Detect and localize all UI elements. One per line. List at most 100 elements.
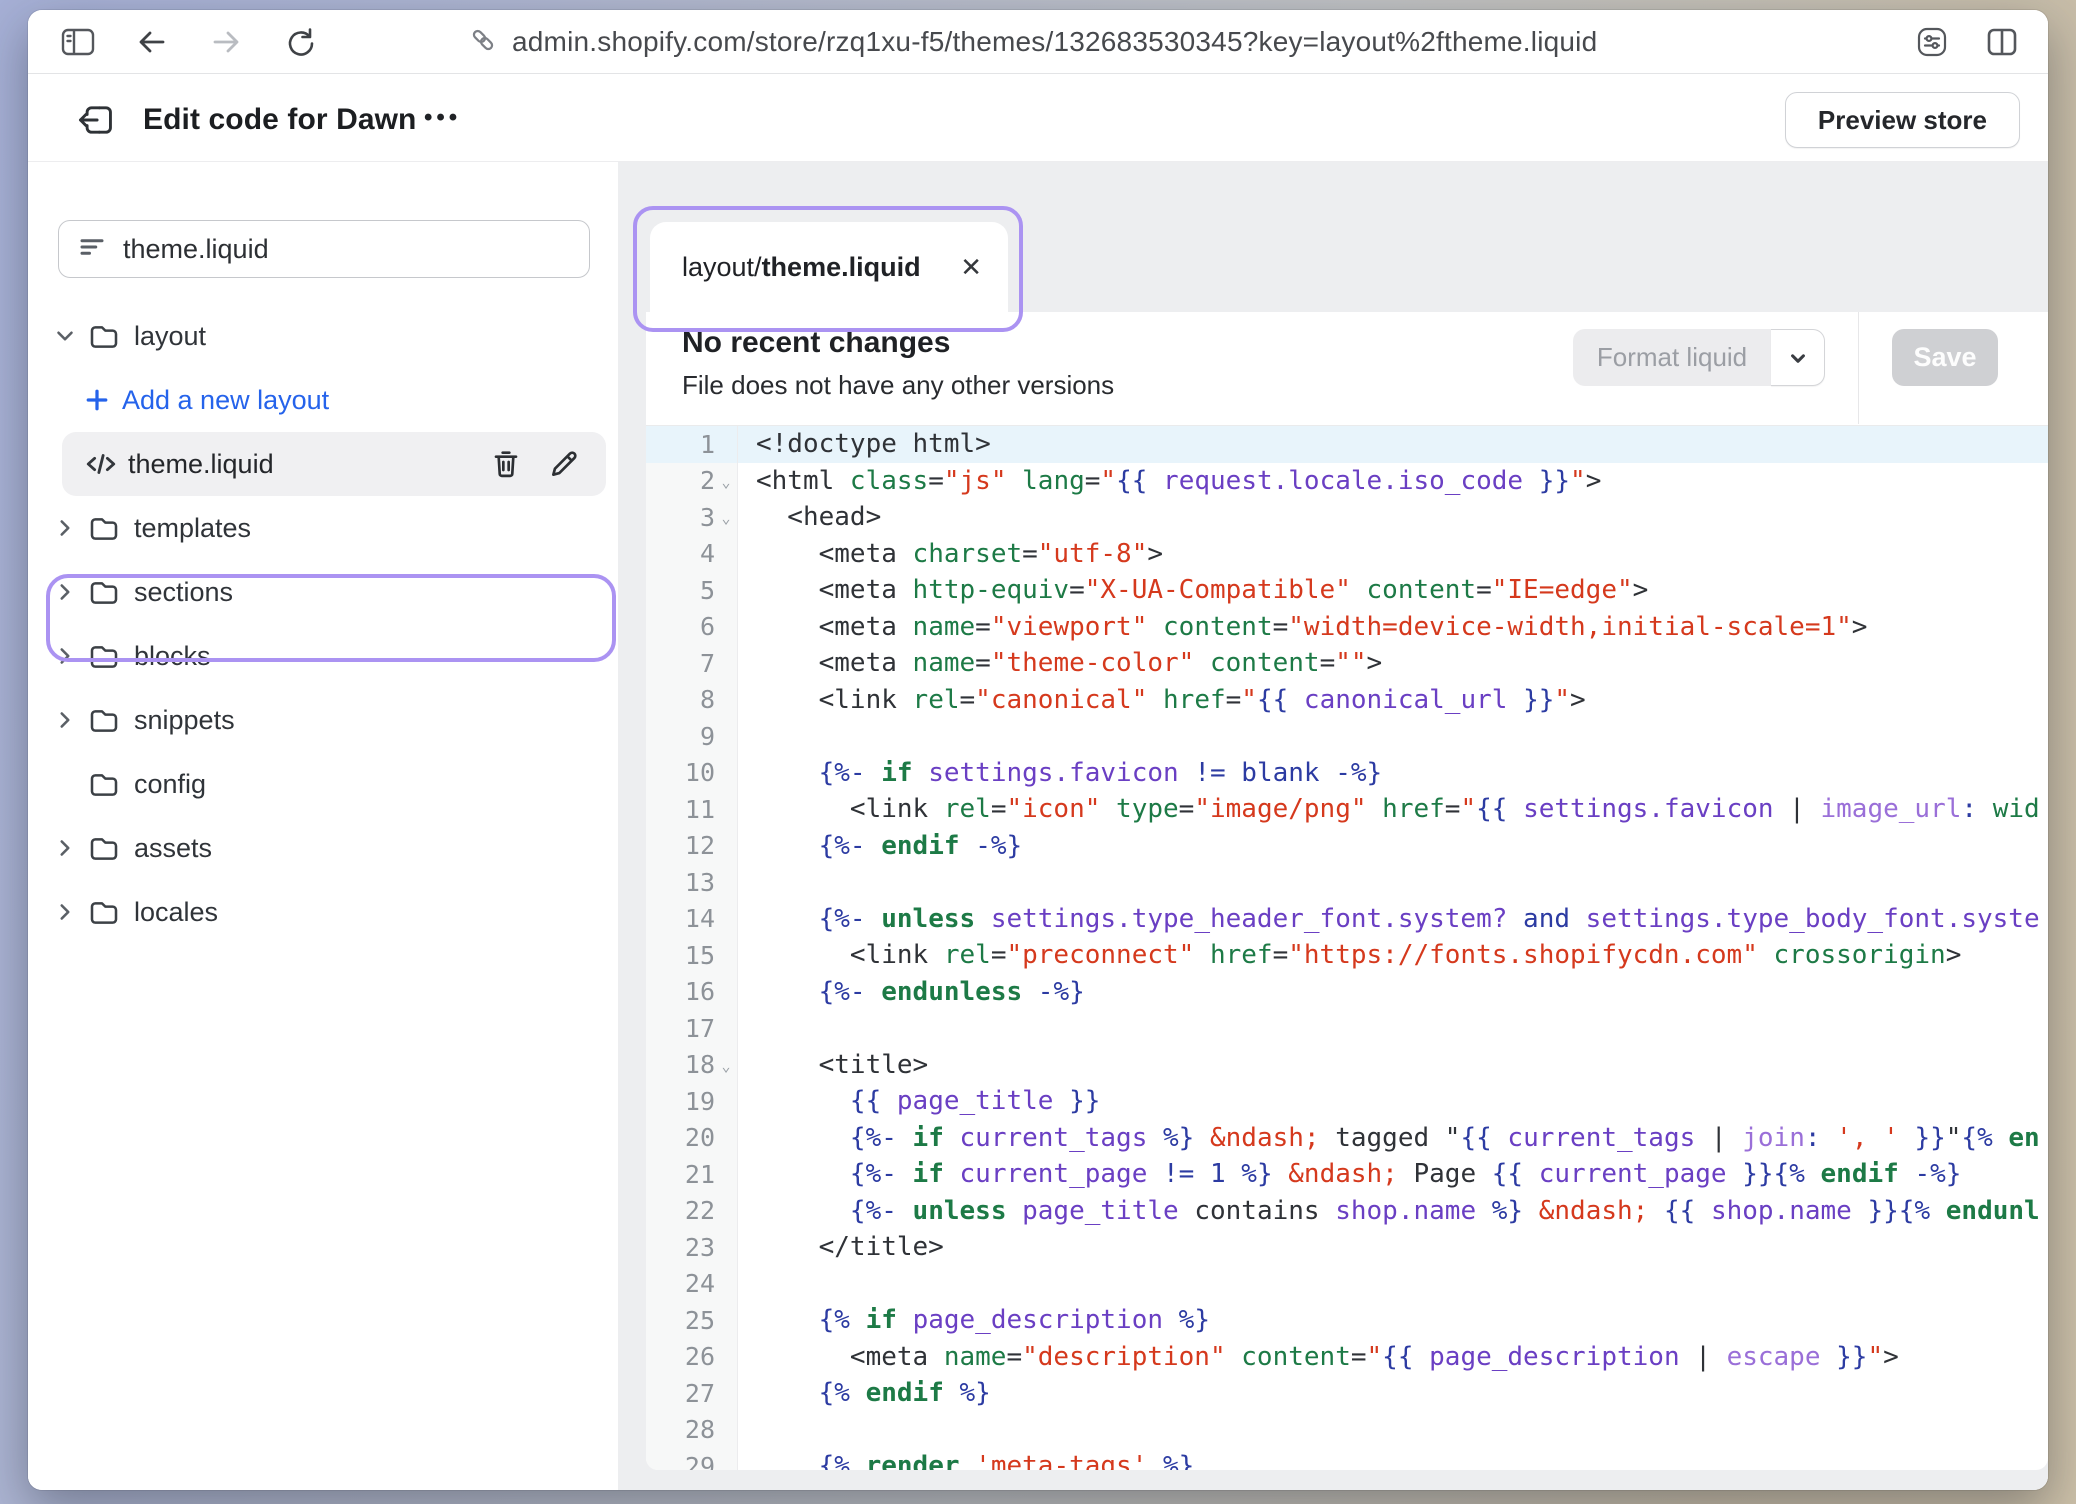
sidebar-toggle-icon[interactable] — [56, 20, 100, 64]
code-line-text[interactable]: {% if page_description %} — [738, 1302, 1210, 1339]
search-input[interactable] — [123, 234, 571, 265]
code-line[interactable]: 5 <meta http-equiv="X-UA-Compatible" con… — [646, 572, 2048, 609]
code-line[interactable]: 12 {%- endif -%} — [646, 828, 2048, 865]
fold-toggle-icon[interactable]: ⌄ — [715, 1057, 737, 1075]
file-search[interactable] — [58, 220, 590, 278]
code-line-text[interactable]: <link rel="icon" type="image/png" href="… — [738, 791, 2040, 828]
code-line-text[interactable] — [738, 1412, 756, 1449]
selected-file-row[interactable]: theme.liquid — [62, 432, 606, 496]
code-line-text[interactable]: <title> — [738, 1047, 928, 1084]
code-line[interactable]: 14 {%- unless settings.type_header_font.… — [646, 901, 2048, 938]
format-liquid-label[interactable]: Format liquid — [1573, 329, 1771, 386]
code-line-text[interactable] — [738, 864, 756, 901]
code-line-text[interactable]: <html class="js" lang="{{ request.locale… — [738, 463, 1601, 500]
code-line[interactable]: 13 — [646, 864, 2048, 901]
sidebar-item-config[interactable]: config — [28, 752, 618, 816]
code-line-text[interactable]: <link rel="preconnect" href="https://fon… — [738, 937, 1961, 974]
code-line-text[interactable]: {%- endunless -%} — [738, 974, 1085, 1011]
page-settings-icon[interactable] — [1910, 20, 1954, 64]
save-button[interactable]: Save — [1892, 329, 1998, 386]
sidebar-item-layout[interactable]: layout — [28, 304, 618, 368]
code-line-text[interactable]: {%- endif -%} — [738, 828, 1022, 865]
code-line-text[interactable]: {% endif %} — [738, 1375, 991, 1412]
code-line[interactable]: 1<!doctype html> — [646, 426, 2048, 463]
chevron-right-icon[interactable] — [52, 579, 78, 605]
code-line-text[interactable]: <meta name="viewport" content="width=dev… — [738, 609, 1867, 646]
code-line[interactable]: 26 <meta name="description" content="{{ … — [646, 1339, 2048, 1376]
code-line[interactable]: 23 </title> — [646, 1229, 2048, 1266]
code-line[interactable]: 24 — [646, 1266, 2048, 1303]
sidebar-item-blocks[interactable]: blocks — [28, 624, 618, 688]
code-line[interactable]: 29 {% render 'meta-tags' %} — [646, 1448, 2048, 1470]
code-line-text[interactable]: <!doctype html> — [738, 426, 991, 463]
code-line-text[interactable]: {{ page_title }} — [738, 1083, 1100, 1120]
code-line-text[interactable]: <meta name="theme-color" content=""> — [738, 645, 1382, 682]
code-line[interactable]: 15 <link rel="preconnect" href="https://… — [646, 937, 2048, 974]
code-line[interactable]: 2⌄<html class="js" lang="{{ request.loca… — [646, 463, 2048, 500]
code-line-text[interactable]: {%- if current_page != 1 %} &ndash; Page… — [738, 1156, 1961, 1193]
split-view-icon[interactable] — [1980, 20, 2024, 64]
code-line-text[interactable] — [738, 1266, 756, 1303]
delete-icon[interactable] — [490, 448, 522, 480]
preview-store-button[interactable]: Preview store — [1785, 92, 2020, 148]
code-line[interactable]: 8 <link rel="canonical" href="{{ canonic… — [646, 682, 2048, 719]
code-line-text[interactable]: <head> — [738, 499, 881, 536]
tab-theme-liquid[interactable]: layout/theme.liquid ✕ — [650, 222, 1008, 312]
code-line[interactable]: 27 {% endif %} — [646, 1375, 2048, 1412]
chevron-down-icon[interactable] — [52, 323, 78, 349]
fold-toggle-icon[interactable]: ⌄ — [715, 509, 737, 527]
code-line-text[interactable]: <link rel="canonical" href="{{ canonical… — [738, 682, 1586, 719]
format-liquid-button[interactable]: Format liquid — [1573, 329, 1825, 386]
code-line[interactable]: 28 — [646, 1412, 2048, 1449]
sidebar-item-add-a-new-layout[interactable]: Add a new layout — [28, 368, 618, 432]
exit-editor-icon[interactable] — [74, 98, 118, 142]
code-line[interactable]: 6 <meta name="viewport" content="width=d… — [646, 609, 2048, 646]
code-line-text[interactable]: {% render 'meta-tags' %} — [738, 1448, 1194, 1470]
chevron-right-icon[interactable] — [52, 643, 78, 669]
code-line-text[interactable]: {%- unless page_title contains shop.name… — [738, 1193, 2040, 1230]
code-line-text[interactable]: {%- if current_tags %} &ndash; tagged "{… — [738, 1120, 2040, 1157]
code-line-text[interactable]: {%- unless settings.type_header_font.sys… — [738, 901, 2040, 938]
code-line[interactable]: 20 {%- if current_tags %} &ndash; tagged… — [646, 1120, 2048, 1157]
code-line[interactable]: 17 — [646, 1010, 2048, 1047]
url-text[interactable]: admin.shopify.com/store/rzq1xu-f5/themes… — [512, 26, 1597, 58]
close-tab-icon[interactable]: ✕ — [960, 254, 982, 280]
sidebar-item-snippets[interactable]: snippets — [28, 688, 618, 752]
format-dropdown-button[interactable] — [1771, 329, 1825, 386]
code-line-text[interactable] — [738, 718, 756, 755]
chevron-right-icon[interactable] — [52, 899, 78, 925]
sidebar-item-locales[interactable]: locales — [28, 880, 618, 944]
chevron-right-icon[interactable] — [52, 707, 78, 733]
code-line[interactable]: 3⌄ <head> — [646, 499, 2048, 536]
code-line-text[interactable]: {%- if settings.favicon != blank -%} — [738, 755, 1382, 792]
fold-toggle-icon[interactable]: ⌄ — [715, 473, 737, 491]
overflow-menu-icon[interactable]: ••• — [424, 96, 461, 140]
chevron-right-icon[interactable] — [52, 835, 78, 861]
code-line-text[interactable]: <meta name="description" content="{{ pag… — [738, 1339, 1899, 1376]
sidebar-item-sections[interactable]: sections — [28, 560, 618, 624]
sidebar-item-theme-liquid[interactable]: theme.liquid — [28, 432, 618, 496]
reload-icon[interactable] — [278, 20, 322, 64]
code-line-text[interactable]: <meta http-equiv="X-UA-Compatible" conte… — [738, 572, 1648, 609]
code-line-text[interactable]: <meta charset="utf-8"> — [738, 536, 1163, 573]
chevron-right-icon[interactable] — [52, 515, 78, 541]
code-line[interactable]: 21 {%- if current_page != 1 %} &ndash; P… — [646, 1156, 2048, 1193]
code-line[interactable]: 22 {%- unless page_title contains shop.n… — [646, 1193, 2048, 1230]
sidebar-item-assets[interactable]: assets — [28, 816, 618, 880]
code-line-text[interactable] — [738, 1010, 756, 1047]
code-line[interactable]: 19 {{ page_title }} — [646, 1083, 2048, 1120]
code-line[interactable]: 4 <meta charset="utf-8"> — [646, 536, 2048, 573]
code-line[interactable]: 9 — [646, 718, 2048, 755]
forward-icon[interactable] — [204, 20, 248, 64]
code-line[interactable]: 11 <link rel="icon" type="image/png" hre… — [646, 791, 2048, 828]
code-line[interactable]: 7 <meta name="theme-color" content=""> — [646, 645, 2048, 682]
sidebar-item-templates[interactable]: templates — [28, 496, 618, 560]
code-line[interactable]: 18⌄ <title> — [646, 1047, 2048, 1084]
code-line-text[interactable]: </title> — [738, 1229, 944, 1266]
code-line[interactable]: 10 {%- if settings.favicon != blank -%} — [646, 755, 2048, 792]
code-editor[interactable]: 1<!doctype html>2⌄<html class="js" lang=… — [646, 425, 2048, 1470]
rename-icon[interactable] — [548, 448, 580, 480]
code-line[interactable]: 25 {% if page_description %} — [646, 1302, 2048, 1339]
code-line[interactable]: 16 {%- endunless -%} — [646, 974, 2048, 1011]
back-icon[interactable] — [130, 20, 174, 64]
